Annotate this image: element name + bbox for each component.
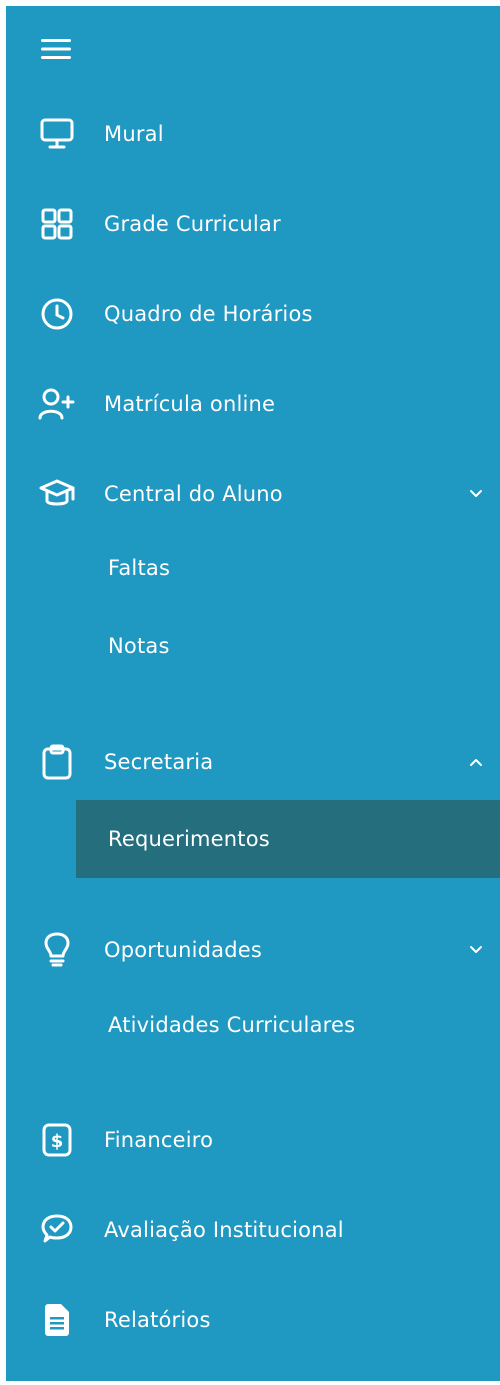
menu-item-mural[interactable]: Mural xyxy=(6,104,500,164)
menu-item-matricula-online[interactable]: Matrícula online xyxy=(6,374,500,434)
sidebar-menu: Mural Grade Curricular Quadro de Horário… xyxy=(6,6,500,1381)
menu-item-oportunidades[interactable]: Oportunidades xyxy=(6,920,500,980)
menu-item-label: Relatórios xyxy=(104,1308,211,1332)
report-file-icon xyxy=(38,1301,76,1339)
submenu-item-label: Requerimentos xyxy=(108,827,270,851)
svg-text:$: $ xyxy=(51,1131,64,1152)
submenu-item-atividades-curriculares[interactable]: Atividades Curriculares xyxy=(6,997,500,1053)
monitor-icon xyxy=(38,115,76,153)
menu-item-quadro-de-horarios[interactable]: Quadro de Horários xyxy=(6,284,500,344)
menu-item-label: Secretaria xyxy=(104,750,214,774)
menu-toggle-button[interactable] xyxy=(36,34,76,64)
menu-item-label: Grade Curricular xyxy=(104,212,281,236)
submenu-item-faltas[interactable]: Faltas xyxy=(6,540,500,596)
graduation-cap-icon xyxy=(38,475,76,513)
menu-item-relatorios[interactable]: Relatórios xyxy=(6,1290,500,1350)
menu-item-label: Mural xyxy=(104,122,164,146)
menu-item-central-do-aluno[interactable]: Central do Aluno xyxy=(6,464,500,524)
add-user-icon xyxy=(38,385,76,423)
chevron-up-icon[interactable] xyxy=(466,752,486,772)
clipboard-icon xyxy=(38,743,76,781)
menu-item-label: Oportunidades xyxy=(104,938,263,962)
menu-item-label: Central do Aluno xyxy=(104,482,283,506)
menu-item-label: Avaliação Institucional xyxy=(104,1218,344,1242)
hamburger-icon xyxy=(41,39,71,59)
chat-check-icon xyxy=(38,1211,76,1249)
menu-item-grade-curricular[interactable]: Grade Curricular xyxy=(6,194,500,254)
menu-item-label: Financeiro xyxy=(104,1128,214,1152)
menu-item-label: Quadro de Horários xyxy=(104,302,313,326)
dollar-file-icon: $ xyxy=(38,1121,76,1159)
chevron-down-icon[interactable] xyxy=(466,940,486,960)
lightbulb-icon xyxy=(38,931,76,969)
menu-item-label: Matrícula online xyxy=(104,392,276,416)
menu-item-financeiro[interactable]: $ Financeiro xyxy=(6,1110,500,1170)
clock-icon xyxy=(38,295,76,333)
submenu-item-label: Atividades Curriculares xyxy=(108,1013,356,1037)
menu-item-avaliacao-institucional[interactable]: Avaliação Institucional xyxy=(6,1200,500,1260)
submenu-item-notas[interactable]: Notas xyxy=(6,618,500,674)
menu-item-secretaria[interactable]: Secretaria xyxy=(6,732,500,792)
submenu-item-requerimentos[interactable]: Requerimentos xyxy=(76,800,500,878)
grid-icon xyxy=(38,205,76,243)
chevron-down-icon[interactable] xyxy=(466,484,486,504)
submenu-item-label: Notas xyxy=(108,634,170,658)
submenu-item-label: Faltas xyxy=(108,556,171,580)
